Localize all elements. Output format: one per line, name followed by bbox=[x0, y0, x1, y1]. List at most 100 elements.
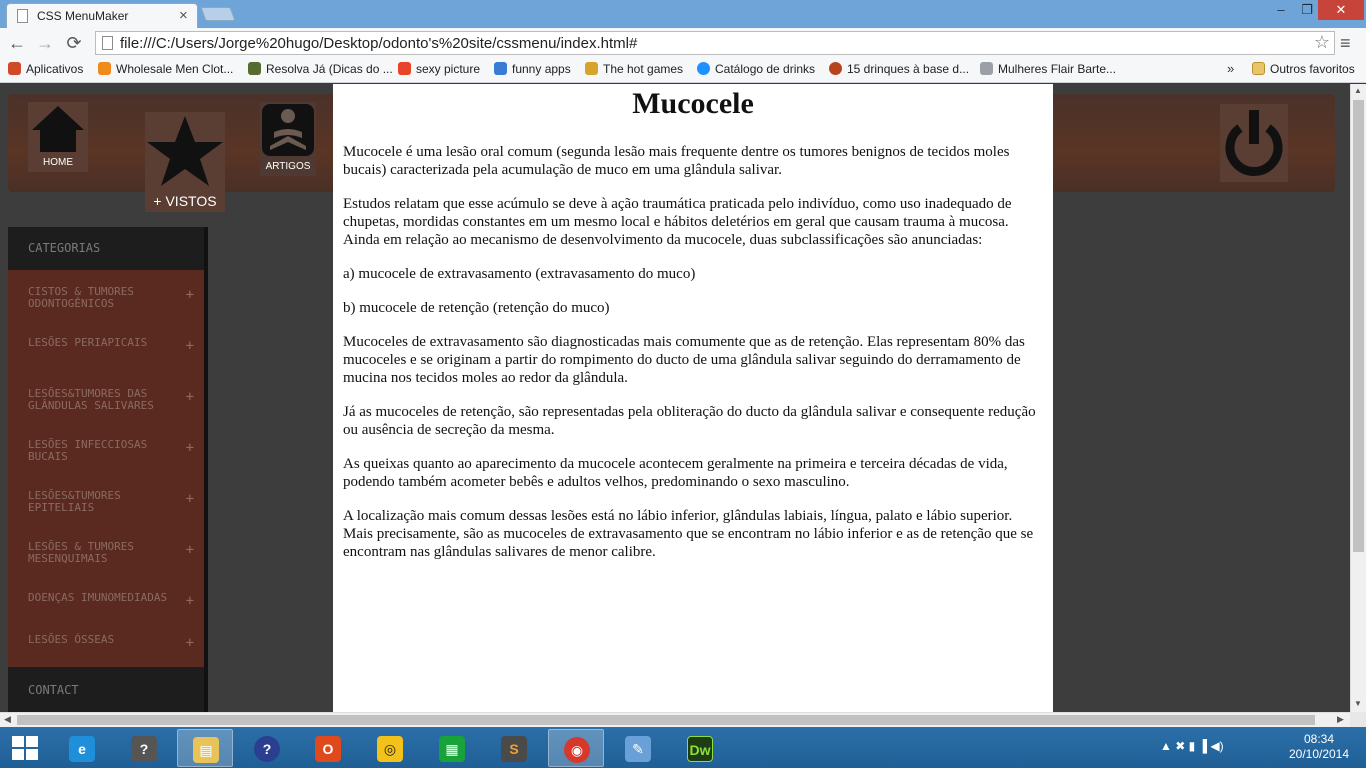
sidebar-item-label: LESÕES PERIAPICAIS bbox=[28, 336, 148, 349]
house-icon bbox=[32, 106, 84, 152]
store-icon: ▦ bbox=[439, 736, 465, 762]
sidebar-item-mesenquimais[interactable]: LESÕES & TUMORES MESENQUIMAIS + bbox=[8, 525, 204, 576]
windows-logo-icon bbox=[26, 736, 38, 747]
title-bar: CSS MenuMaker × ‒ ❐ ✕ bbox=[0, 0, 1366, 28]
reading-person-icon bbox=[262, 104, 314, 156]
sidebar-item-label: LESÕES & TUMORES MESENQUIMAIS bbox=[28, 540, 134, 565]
menu-icon[interactable]: ≡ bbox=[1340, 33, 1351, 54]
windows-logo-icon bbox=[12, 749, 24, 760]
bookmark-item[interactable]: Aplicativos bbox=[8, 62, 83, 76]
reload-icon[interactable]: ⟳ bbox=[63, 32, 85, 54]
bookmark-label: funny apps bbox=[512, 62, 571, 76]
eye-icon bbox=[248, 62, 261, 75]
article-paragraph: As queixas quanto ao aparecimento da muc… bbox=[343, 456, 1008, 490]
close-window-button[interactable]: ✕ bbox=[1318, 0, 1364, 20]
articles-button[interactable]: ARTIGOS bbox=[260, 102, 316, 176]
sidebar-item-imunomediadas[interactable]: DOENÇAS IMUNOMEDIADAS + bbox=[8, 576, 204, 618]
scroll-left-arrow-icon[interactable]: ◀ bbox=[4, 714, 11, 725]
sidebar-item-osseas[interactable]: LESÕES ÓSSEAS + bbox=[8, 618, 204, 660]
vertical-scrollbar[interactable]: ▲ ▼ bbox=[1350, 84, 1366, 712]
taskbar-dreamweaver[interactable]: Dw bbox=[672, 729, 728, 767]
sidebar-item-contact[interactable]: CONTACT bbox=[8, 667, 204, 712]
scroll-down-arrow-icon[interactable]: ▼ bbox=[1354, 699, 1362, 708]
taskbar-chrome[interactable]: ◉ bbox=[548, 729, 604, 767]
address-bar[interactable]: file:///C:/Users/Jorge%20hugo/Desktop/od… bbox=[95, 31, 1335, 55]
maximize-button[interactable]: ❐ bbox=[1294, 0, 1320, 20]
home-label: HOME bbox=[43, 157, 73, 168]
globe-icon: ◎ bbox=[377, 736, 403, 762]
bookmark-item[interactable]: Resolva Já (Dicas do ... bbox=[248, 62, 393, 76]
taskbar-help[interactable]: ? bbox=[239, 729, 295, 767]
sidebar-item-label: DOENÇAS IMUNOMEDIADAS bbox=[28, 591, 168, 604]
bookmark-item[interactable]: The hot games bbox=[585, 62, 683, 76]
bookmark-label: sexy picture bbox=[416, 62, 481, 76]
tab-close-icon[interactable]: × bbox=[179, 7, 188, 24]
bookmark-item[interactable]: Catálogo de drinks bbox=[697, 62, 815, 76]
minimize-button[interactable]: ‒ bbox=[1268, 0, 1294, 20]
category-sidebar: CATEGORIAS CISTOS & TUMORES ODONTOGÊNICO… bbox=[8, 227, 208, 712]
scrollbar-corner bbox=[1350, 712, 1366, 727]
taskbar-office[interactable]: O bbox=[300, 729, 356, 767]
sidebar-item-cistos[interactable]: CISTOS & TUMORES ODONTOGÊNICOS + bbox=[8, 270, 204, 321]
sidebar-item-label: LESÕES ÓSSEAS bbox=[28, 633, 115, 646]
page-icon bbox=[17, 9, 28, 23]
sidebar-item-label: LESÕES&TUMORES DAS GLÂNDULAS SALIVARES bbox=[28, 387, 154, 412]
horizontal-scroll-thumb[interactable] bbox=[17, 715, 1315, 725]
start-button[interactable] bbox=[12, 736, 38, 760]
articles-label: ARTIGOS bbox=[265, 161, 311, 172]
system-tray-icons[interactable]: ▲ ✖ ▮ ▐ ◀) bbox=[1160, 739, 1224, 753]
apps-grid-icon bbox=[8, 62, 21, 75]
page-viewport: HOME + VISTOS ARTIGOS CATEGORIAS CISTOS … bbox=[0, 84, 1350, 712]
bookmark-item[interactable]: Mulheres Flair Barte... bbox=[980, 62, 1116, 76]
sidebar-item-label: CISTOS & TUMORES ODONTOGÊNICOS bbox=[28, 285, 134, 310]
expand-plus-icon: + bbox=[185, 491, 194, 507]
article-paragraph: Mucocele é uma lesão oral comum (segunda… bbox=[343, 144, 1010, 178]
folder-icon bbox=[1252, 62, 1265, 75]
bookmark-item[interactable]: sexy picture bbox=[398, 62, 480, 76]
article-title: Mucocele bbox=[632, 87, 754, 120]
sidebar-item-glandulas[interactable]: LESÕES&TUMORES DAS GLÂNDULAS SALIVARES + bbox=[8, 372, 204, 423]
taskbar-globe[interactable]: ◎ bbox=[362, 729, 418, 767]
home-button[interactable]: HOME bbox=[28, 102, 88, 172]
vertical-scroll-thumb[interactable] bbox=[1353, 100, 1364, 552]
new-tab-button[interactable] bbox=[200, 7, 236, 21]
article-panel: Mucocele Mucocele é uma lesão oral comum… bbox=[333, 84, 1053, 712]
bookmarks-bar: Aplicativos Wholesale Men Clot... Resolv… bbox=[0, 58, 1366, 83]
article-paragraph: a) mucocele de extravasamento (extravasa… bbox=[343, 266, 696, 282]
clock[interactable]: 08:34 20/10/2014 bbox=[1286, 732, 1352, 762]
horizontal-scrollbar[interactable]: ◀ ▶ bbox=[0, 712, 1350, 727]
sidebar-item-periapicais[interactable]: LESÕES PERIAPICAIS + bbox=[8, 321, 204, 372]
folder-icon: ▤ bbox=[193, 737, 219, 763]
bookmarks-overflow-button[interactable]: » bbox=[1227, 61, 1234, 76]
forward-arrow-icon[interactable]: → bbox=[34, 32, 56, 54]
other-bookmarks-folder[interactable]: Outros favoritos bbox=[1252, 62, 1355, 76]
taskbar-paint[interactable]: ✎ bbox=[610, 729, 666, 767]
scroll-right-arrow-icon[interactable]: ▶ bbox=[1337, 714, 1344, 725]
bookmark-item[interactable]: funny apps bbox=[494, 62, 571, 76]
bookmark-label: The hot games bbox=[603, 62, 684, 76]
taskbar-ie[interactable]: e bbox=[54, 729, 110, 767]
drink-icon bbox=[829, 62, 842, 75]
url-text[interactable]: file:///C:/Users/Jorge%20hugo/Desktop/od… bbox=[120, 35, 637, 52]
bookmark-item[interactable]: Wholesale Men Clot... bbox=[98, 62, 233, 76]
expand-plus-icon: + bbox=[185, 338, 194, 354]
bookmark-label: Wholesale Men Clot... bbox=[116, 62, 234, 76]
taskbar-sublime[interactable]: S bbox=[486, 729, 542, 767]
page-icon bbox=[102, 36, 113, 50]
sidebar-item-epiteliais[interactable]: LESÕES&TUMORES EPITELIAIS + bbox=[8, 474, 204, 525]
taskbar-store[interactable]: ▦ bbox=[424, 729, 480, 767]
article-paragraph: Estudos relatam que esse acúmulo se deve… bbox=[343, 196, 1012, 248]
windows-logo-icon bbox=[12, 736, 24, 747]
bookmark-item[interactable]: 15 drinques à base d... bbox=[829, 62, 969, 76]
logout-button[interactable] bbox=[1220, 104, 1288, 182]
sidebar-item-label: LESÕES INFECCIOSAS BUCAIS bbox=[28, 438, 148, 463]
sidebar-item-infecciosas[interactable]: LESÕES INFECCIOSAS BUCAIS + bbox=[8, 423, 204, 474]
browser-tab[interactable]: CSS MenuMaker × bbox=[6, 3, 198, 28]
taskbar-file-explorer[interactable]: ▤ bbox=[177, 729, 233, 767]
bookmark-star-icon[interactable]: ☆ bbox=[1314, 32, 1330, 53]
clock-time: 08:34 bbox=[1303, 732, 1335, 746]
scroll-up-arrow-icon[interactable]: ▲ bbox=[1354, 86, 1362, 95]
most-viewed-button[interactable]: + VISTOS bbox=[145, 112, 225, 212]
back-arrow-icon[interactable]: ← bbox=[6, 32, 28, 54]
taskbar-helpdesk[interactable]: ? bbox=[116, 729, 172, 767]
